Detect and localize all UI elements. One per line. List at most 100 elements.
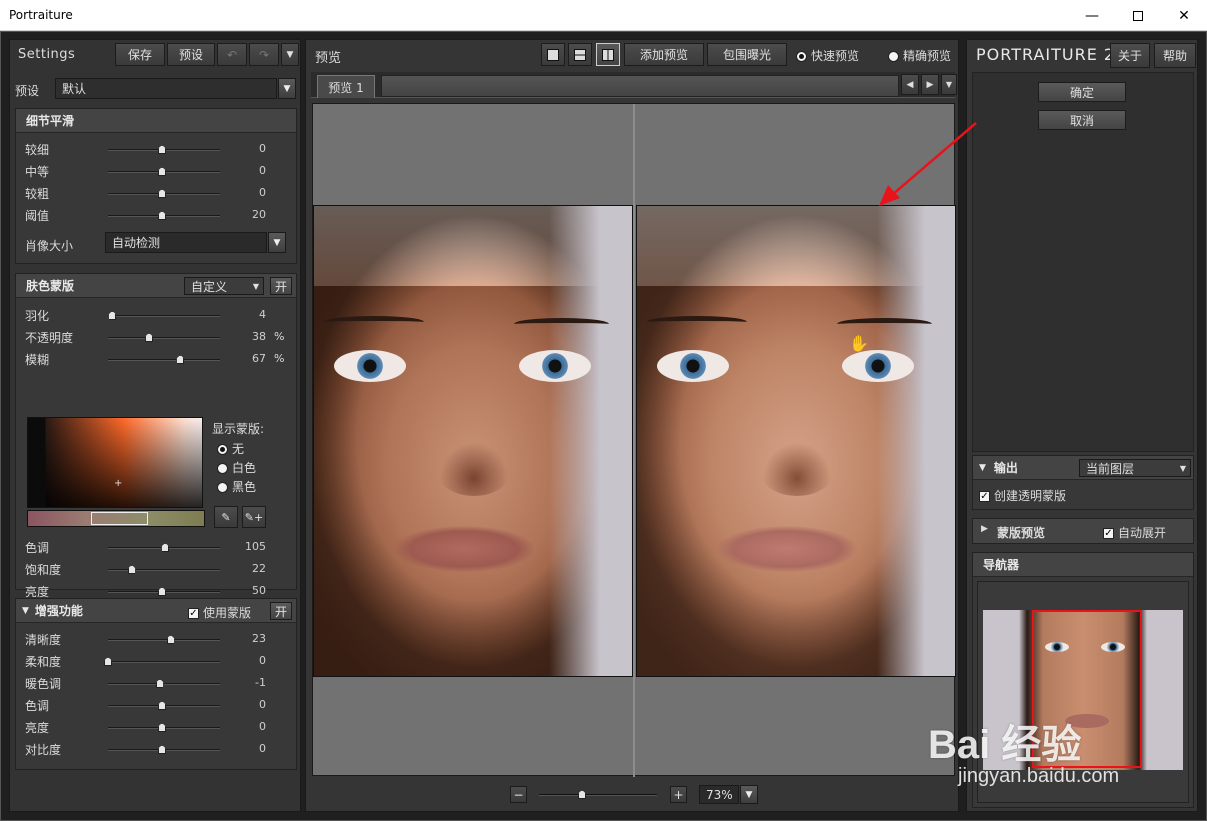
- skin-adjust-slider-thumb[interactable]: [161, 543, 170, 552]
- portrait-size-arrow[interactable]: ▼: [268, 232, 286, 253]
- enhance-slider[interactable]: [108, 661, 220, 663]
- fast-preview-label: 快速预览: [811, 49, 860, 63]
- zoom-out-button[interactable]: −: [510, 786, 527, 803]
- enhance-slider-thumb[interactable]: [158, 745, 166, 754]
- skin-mask-toggle[interactable]: 开: [270, 277, 292, 295]
- maximize-icon: [1133, 10, 1143, 21]
- enhance-value: -1: [255, 676, 266, 689]
- collapse-triangle-icon[interactable]: ▼: [22, 606, 29, 616]
- undo-icon: ↶: [226, 47, 238, 62]
- enhance-value: 0: [259, 654, 266, 667]
- skin-adjust-value: 105: [245, 540, 266, 553]
- checkbox-checked-icon: ✓: [979, 491, 990, 502]
- output-select[interactable]: 当前图层 ▼: [1079, 459, 1191, 477]
- minimize-button[interactable]: —: [1069, 0, 1115, 31]
- collapse-triangle-icon[interactable]: ▼: [979, 463, 986, 473]
- detail-label: 中等: [25, 165, 50, 179]
- show-mask-black[interactable]: 黑色: [217, 478, 256, 495]
- show-mask-white-label: 白色: [232, 461, 257, 475]
- preset-select-arrow[interactable]: ▼: [278, 78, 296, 99]
- enhance-toggle[interactable]: 开: [270, 602, 292, 620]
- show-mask-none[interactable]: 无: [217, 440, 244, 457]
- use-mask-checkbox[interactable]: ✓ 使用蒙版: [188, 604, 251, 621]
- split-divider[interactable]: [633, 104, 635, 777]
- enhance-slider[interactable]: [108, 683, 220, 685]
- help-button[interactable]: 帮助: [1154, 43, 1196, 68]
- enhance-slider-thumb[interactable]: [155, 679, 164, 688]
- enhance-slider-thumb[interactable]: [104, 657, 112, 666]
- tab-prev-button[interactable]: ◀: [901, 74, 919, 95]
- eyedropper-add-button[interactable]: ✎+: [242, 506, 266, 528]
- skin-mask-mode-select[interactable]: 自定义 ▼: [184, 277, 264, 295]
- tab-menu-button[interactable]: ▼: [941, 74, 957, 95]
- detail-value: 0: [259, 164, 266, 177]
- accurate-preview-radio[interactable]: 精确预览: [888, 47, 951, 64]
- skin-mask-mode-value: 自定义: [191, 279, 228, 294]
- skin-adjust-slider-thumb[interactable]: [127, 565, 136, 574]
- detail-slider-thumb[interactable]: [158, 145, 166, 154]
- skin-slider-thumb[interactable]: [108, 311, 117, 320]
- portrait-size-select[interactable]: 自动检测: [105, 232, 267, 253]
- split-horizontal-button[interactable]: [568, 43, 592, 66]
- clip-exposure-button[interactable]: 包围曝光: [707, 43, 787, 66]
- split-vertical-button[interactable]: [596, 43, 620, 66]
- checkbox-checked-icon: ✓: [188, 608, 199, 619]
- redo-button[interactable]: ↷: [249, 43, 279, 66]
- zoom-slider-track[interactable]: [539, 794, 657, 796]
- skin-adjust-slider[interactable]: [108, 569, 220, 571]
- add-preview-button[interactable]: 添加预览: [624, 43, 704, 66]
- eyedropper-icon: ✎: [221, 510, 231, 524]
- create-mask-checkbox[interactable]: ✓ 创建透明蒙版: [979, 487, 1066, 504]
- center-panel: 预览 添加预览 包围曝光 快速预览 精确预览 预览 1 ◀ ▶ ▼ ✋ − + …: [305, 39, 959, 812]
- enhance-slider[interactable]: [108, 639, 220, 641]
- hue-range-bar[interactable]: [27, 510, 205, 527]
- chevron-right-icon: ▶: [926, 79, 934, 90]
- detail-slider-thumb[interactable]: [158, 211, 166, 220]
- skin-label: 羽化: [25, 309, 50, 323]
- preset-select[interactable]: 默认: [55, 78, 277, 99]
- ok-button[interactable]: 确定: [1038, 82, 1126, 102]
- skin-adjust-slider-thumb[interactable]: [158, 587, 166, 596]
- skin-slider[interactable]: [108, 337, 220, 339]
- auto-expand-checkbox[interactable]: ✓ 自动展开: [1103, 524, 1166, 541]
- detail-slider-thumb[interactable]: [158, 189, 166, 198]
- about-button[interactable]: 关于: [1110, 43, 1150, 68]
- preset-button[interactable]: 预设: [167, 43, 215, 66]
- preview-canvas[interactable]: ✋: [312, 103, 956, 777]
- before-lips: [394, 526, 534, 572]
- tab-next-button[interactable]: ▶: [921, 74, 939, 95]
- eyedropper-button[interactable]: ✎: [214, 506, 238, 528]
- menu-dropdown-button[interactable]: ▼: [281, 43, 299, 66]
- zoom-in-button[interactable]: +: [670, 786, 687, 803]
- detail-value: 0: [259, 142, 266, 155]
- hue-range-selection[interactable]: [91, 512, 148, 525]
- skin-color-field[interactable]: +: [27, 417, 203, 508]
- cancel-button[interactable]: 取消: [1038, 110, 1126, 130]
- show-mask-label: 显示蒙版:: [212, 422, 265, 436]
- tab-preview-1[interactable]: 预览 1: [317, 75, 375, 98]
- enhance-label: 柔和度: [25, 655, 62, 669]
- single-view-button[interactable]: [541, 43, 565, 66]
- close-button[interactable]: ✕: [1161, 0, 1207, 31]
- enhance-slider-thumb[interactable]: [166, 635, 175, 644]
- zoom-slider-thumb[interactable]: [578, 790, 586, 799]
- enhance-slider-thumb[interactable]: [158, 701, 166, 710]
- expand-triangle-icon[interactable]: ▶: [981, 524, 988, 534]
- after-left-eye: [657, 350, 729, 382]
- tab-strip: [381, 75, 899, 97]
- skin-slider-thumb[interactable]: [176, 355, 185, 364]
- maximize-button[interactable]: [1115, 0, 1161, 31]
- skin-slider[interactable]: [108, 315, 220, 317]
- auto-expand-label: 自动展开: [1118, 526, 1167, 540]
- detail-slider-thumb[interactable]: [158, 167, 166, 176]
- zoom-select-arrow[interactable]: ▼: [740, 785, 758, 804]
- skin-slider[interactable]: [108, 359, 220, 361]
- skin-slider-thumb[interactable]: [145, 333, 154, 342]
- undo-button[interactable]: ↶: [217, 43, 247, 66]
- zoom-select[interactable]: 73%: [699, 785, 739, 804]
- show-mask-white[interactable]: 白色: [217, 459, 256, 476]
- title-bar: Portraiture — ✕: [0, 0, 1207, 31]
- enhance-slider-thumb[interactable]: [158, 723, 166, 732]
- save-button[interactable]: 保存: [115, 43, 165, 66]
- fast-preview-radio[interactable]: 快速预览: [796, 47, 859, 64]
